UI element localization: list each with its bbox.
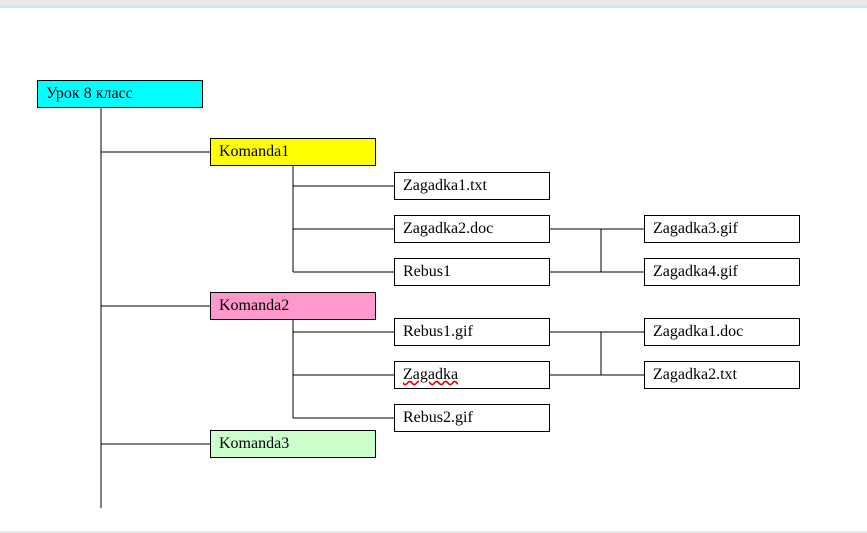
folder-komanda2-label: Komanda2 xyxy=(219,297,289,315)
file-zagadka3-gif-label: Zagadka3.gif xyxy=(653,220,738,238)
folder-komanda2: Komanda2 xyxy=(210,292,376,320)
folder-zagadka-label: Zagadka xyxy=(403,366,458,384)
file-zagadka1-doc-label: Zagadka1.doc xyxy=(653,323,743,341)
folder-komanda1: Komanda1 xyxy=(210,138,376,166)
file-zagadka2-doc: Zagadka2.doc xyxy=(394,215,550,243)
file-zagadka4-gif: Zagadka4.gif xyxy=(644,258,800,286)
file-rebus2-gif: Rebus2.gif xyxy=(394,404,550,432)
file-rebus1-gif: Rebus1.gif xyxy=(394,318,550,346)
diagram-canvas: Урок 8 класс Komanda1 Zagadka1.txt Zagad… xyxy=(0,6,867,531)
root-folder: Урок 8 класс xyxy=(37,80,203,108)
file-rebus2-gif-label: Rebus2.gif xyxy=(403,409,473,427)
folder-komanda1-label: Komanda1 xyxy=(219,143,289,161)
file-zagadka2-txt: Zagadka2.txt xyxy=(644,361,800,389)
folder-komanda3-label: Komanda3 xyxy=(219,435,289,453)
file-zagadka4-gif-label: Zagadka4.gif xyxy=(653,263,738,281)
folder-komanda3: Komanda3 xyxy=(210,430,376,458)
file-zagadka1-txt: Zagadka1.txt xyxy=(394,172,550,200)
file-zagadka2-txt-label: Zagadka2.txt xyxy=(653,366,737,384)
file-zagadka3-gif: Zagadka3.gif xyxy=(644,215,800,243)
file-zagadka1-txt-label: Zagadka1.txt xyxy=(403,177,487,195)
file-rebus1-gif-label: Rebus1.gif xyxy=(403,323,473,341)
file-zagadka2-doc-label: Zagadka2.doc xyxy=(403,220,493,238)
folder-zagadka: Zagadka xyxy=(394,361,550,389)
root-folder-label: Урок 8 класс xyxy=(46,85,133,103)
file-zagadka1-doc: Zagadka1.doc xyxy=(644,318,800,346)
folder-rebus1: Rebus1 xyxy=(394,258,550,286)
folder-rebus1-label: Rebus1 xyxy=(403,263,451,281)
